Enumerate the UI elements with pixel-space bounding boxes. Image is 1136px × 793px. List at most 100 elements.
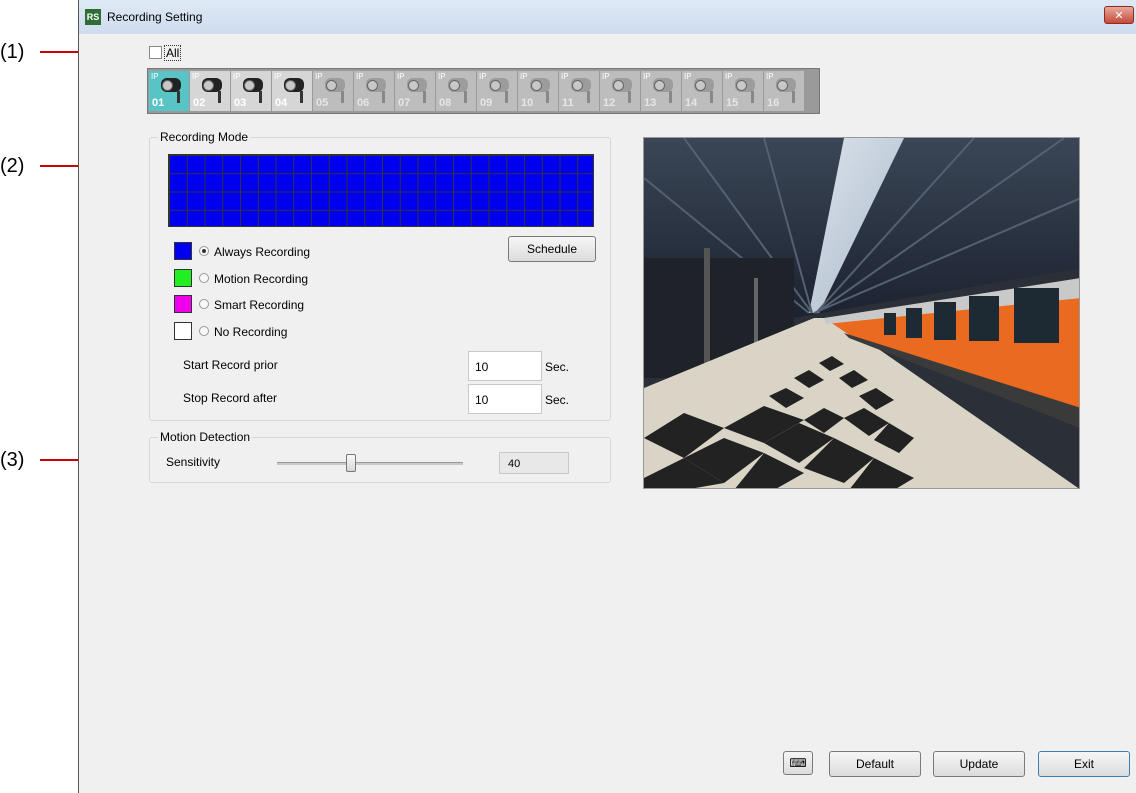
callout-3: (3) xyxy=(0,449,78,471)
camera-channel-3[interactable]: IP 03 xyxy=(231,71,271,111)
camera-stand-icon xyxy=(587,91,590,103)
channel-number: 02 xyxy=(193,97,206,109)
callout-3-label: (3) xyxy=(0,449,25,471)
camera-stand-icon xyxy=(300,91,303,103)
ip-badge: IP xyxy=(561,72,569,81)
ip-badge: IP xyxy=(766,72,774,81)
stop-record-after-input[interactable]: 10 xyxy=(468,384,542,414)
camera-channel-8[interactable]: IP 08 xyxy=(436,71,476,111)
callout-3-line xyxy=(40,459,78,461)
camera-stand-icon xyxy=(710,91,713,103)
title-bar: RS Recording Setting ✕ xyxy=(79,0,1136,34)
camera-channel-16[interactable]: IP 16 xyxy=(764,71,804,111)
sensitivity-slider-track[interactable] xyxy=(277,462,463,465)
channel-number: 06 xyxy=(357,97,370,109)
no-recording-swatch xyxy=(174,322,192,340)
camera-stand-icon xyxy=(341,91,344,103)
default-button[interactable]: Default xyxy=(829,751,921,777)
camera-lens-icon xyxy=(695,80,706,91)
ip-badge: IP xyxy=(643,72,651,81)
camera-stand-icon xyxy=(218,91,221,103)
recording-mode-group: Recording Mode Always Recording Motion R… xyxy=(149,130,611,421)
callout-1-label: (1) xyxy=(0,41,25,63)
train-station-picture xyxy=(644,138,1079,488)
smart-recording-label[interactable]: Smart Recording xyxy=(214,298,304,312)
no-recording-label[interactable]: No Recording xyxy=(214,325,287,339)
camera-lens-icon xyxy=(244,80,255,91)
motion-recording-label[interactable]: Motion Recording xyxy=(214,272,308,286)
keyboard-icon[interactable]: ⌨ xyxy=(783,751,813,775)
all-channels-checkbox[interactable] xyxy=(149,46,162,59)
sensitivity-value: 40 xyxy=(499,452,569,474)
camera-stand-icon xyxy=(382,91,385,103)
camera-stand-icon xyxy=(628,91,631,103)
camera-channel-7[interactable]: IP 07 xyxy=(395,71,435,111)
camera-channel-12[interactable]: IP 12 xyxy=(600,71,640,111)
smart-recording-radio[interactable] xyxy=(199,299,209,309)
camera-channel-15[interactable]: IP 15 xyxy=(723,71,763,111)
ip-badge: IP xyxy=(602,72,610,81)
always-recording-radio[interactable] xyxy=(199,246,209,256)
all-channels-label[interactable]: All xyxy=(164,45,182,61)
motion-recording-swatch xyxy=(174,269,192,287)
camera-channel-4[interactable]: IP 04 xyxy=(272,71,312,111)
camera-stand-icon xyxy=(669,91,672,103)
camera-lens-icon xyxy=(572,80,583,91)
camera-stand-icon xyxy=(423,91,426,103)
motion-detection-legend: Motion Detection xyxy=(158,430,253,444)
callout-2-label: (2) xyxy=(0,155,25,177)
schedule-grid[interactable] xyxy=(168,154,594,227)
ip-badge: IP xyxy=(438,72,446,81)
camera-stand-icon xyxy=(464,91,467,103)
sensitivity-label: Sensitivity xyxy=(166,455,221,469)
channel-number: 16 xyxy=(767,97,780,109)
always-recording-label[interactable]: Always Recording xyxy=(214,245,310,259)
camera-channel-2[interactable]: IP 02 xyxy=(190,71,230,111)
motion-recording-radio[interactable] xyxy=(199,273,209,283)
camera-channel-14[interactable]: IP 14 xyxy=(682,71,722,111)
camera-stand-icon xyxy=(792,91,795,103)
close-button[interactable]: ✕ xyxy=(1104,6,1134,24)
channel-number: 04 xyxy=(275,97,288,109)
stop-record-after-label: Stop Record after xyxy=(183,391,278,405)
ip-badge: IP xyxy=(274,72,282,81)
channel-number: 03 xyxy=(234,97,247,109)
camera-lens-icon xyxy=(654,80,665,91)
camera-channel-1[interactable]: IP 01 xyxy=(149,71,189,111)
camera-channel-5[interactable]: IP 05 xyxy=(313,71,353,111)
schedule-button[interactable]: Schedule xyxy=(508,236,596,262)
camera-lens-icon xyxy=(531,80,542,91)
channel-number: 13 xyxy=(644,97,657,109)
update-button[interactable]: Update xyxy=(933,751,1025,777)
recording-setting-window: RS Recording Setting ✕ All IP 01 IP 02 IP 03 I… xyxy=(78,0,1136,793)
ip-badge: IP xyxy=(151,72,159,81)
ip-badge: IP xyxy=(192,72,200,81)
ip-badge: IP xyxy=(315,72,323,81)
start-record-prior-input[interactable]: 10 xyxy=(468,351,542,381)
camera-channel-6[interactable]: IP 06 xyxy=(354,71,394,111)
sensitivity-slider-thumb[interactable] xyxy=(346,454,357,472)
camera-stand-icon xyxy=(259,91,262,103)
camera-channel-11[interactable]: IP 11 xyxy=(559,71,599,111)
camera-channel-9[interactable]: IP 09 xyxy=(477,71,517,111)
camera-lens-icon xyxy=(490,80,501,91)
no-recording-radio[interactable] xyxy=(199,326,209,336)
ip-badge: IP xyxy=(356,72,364,81)
camera-lens-icon xyxy=(449,80,460,91)
camera-channel-10[interactable]: IP 10 xyxy=(518,71,558,111)
camera-lens-icon xyxy=(367,80,378,91)
exit-button[interactable]: Exit xyxy=(1038,751,1130,777)
camera-stand-icon xyxy=(751,91,754,103)
camera-channel-strip: IP 01 IP 02 IP 03 IP 04 IP 05 IP 06 IP 07 IP 08 IP 09 IP 10… xyxy=(147,68,820,114)
channel-number: 08 xyxy=(439,97,452,109)
recording-mode-legend: Recording Mode xyxy=(158,130,251,144)
camera-channel-13[interactable]: IP 13 xyxy=(641,71,681,111)
callout-2-line xyxy=(40,165,78,167)
smart-recording-swatch xyxy=(174,295,192,313)
callout-1: (1) xyxy=(0,41,78,63)
app-logo-icon: RS xyxy=(85,9,101,25)
channel-number: 15 xyxy=(726,97,739,109)
always-recording-swatch xyxy=(174,242,192,260)
camera-lens-icon xyxy=(613,80,624,91)
window-title: Recording Setting xyxy=(107,10,203,24)
